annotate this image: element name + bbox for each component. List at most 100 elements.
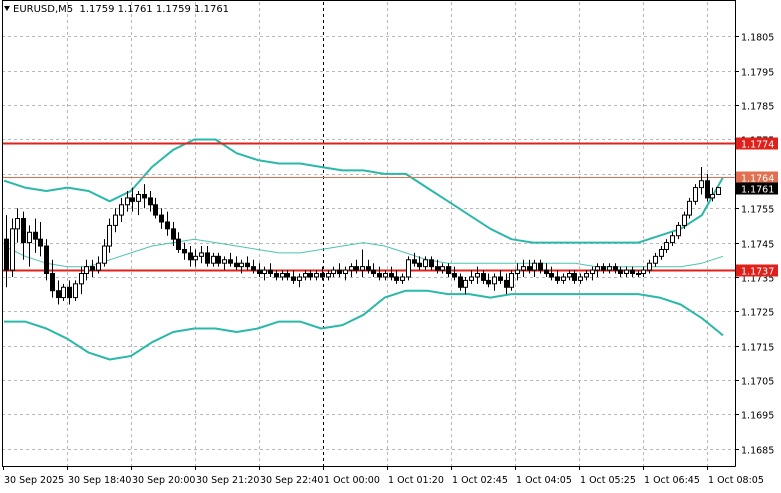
candle-body [469,276,474,281]
bollinger-lower [4,289,724,361]
candle-body [567,273,572,278]
candle-body [366,266,371,271]
x-tick-label: 30 Sep 2025 [4,475,64,486]
candle-body [618,269,623,275]
candle-body [572,273,577,281]
chart-container[interactable]: 1.18051.17951.17851.17751.17651.17551.17… [0,0,781,489]
candle-body [239,262,244,268]
y-tick-label: 1.1795 [741,68,774,79]
candle-body [664,242,669,250]
candle-body [613,266,618,271]
candle-body [136,193,141,202]
candle-body [630,269,635,275]
y-tick-label: 1.1785 [741,102,774,113]
candle-body [234,262,239,268]
candle-body [607,266,612,271]
candle-body [561,276,566,281]
candle-body [96,262,101,271]
candle-body [435,266,440,271]
candle-body [590,269,595,275]
candle-body [538,262,543,271]
price-chart[interactable]: 1.18051.17951.17851.17751.17651.17551.17… [0,0,781,489]
candle-body [406,259,411,278]
candle-body [268,269,273,275]
x-tick-label: 30 Sep 22:40 [260,475,323,486]
candle-body [699,180,704,189]
candle-body [360,266,365,271]
candle-body [354,266,359,271]
candle-body [165,221,170,230]
candle-body [394,276,399,281]
candle-body [56,290,61,299]
candle-body [331,269,336,275]
candle-body [153,204,158,216]
candle-body [176,238,181,250]
x-tick-label: 1 Oct 05:25 [580,475,636,486]
candle-body [27,231,32,244]
candle-body [280,273,285,278]
candle-body [159,214,164,223]
candle-body [624,269,629,275]
candle-body [257,269,262,275]
candle-body [343,269,348,275]
candle-body [682,214,687,226]
candle-body [67,286,72,299]
candle-body [171,228,176,240]
x-tick-label: 30 Sep 20:00 [132,475,195,486]
candle-body [308,273,313,278]
candle-body [710,193,715,199]
x-tick-label: 1 Oct 08:05 [708,475,764,486]
candle-body [337,269,342,275]
candle-body [584,273,589,278]
candle-body [211,255,216,264]
candle-body [676,224,681,237]
candle-body [148,197,153,206]
candle-body [377,273,382,278]
candle-body [429,259,434,268]
candle-body [222,259,227,264]
candle-body [73,283,78,299]
candle-body [326,273,331,278]
candle-body [555,276,560,281]
candle-body [15,218,20,230]
candle-body [205,252,210,264]
candle-body [228,259,233,264]
candle-body [532,262,537,271]
candle-body [440,266,445,271]
candle-body [61,286,66,299]
candle-body [498,276,503,281]
candle-body [527,266,532,271]
y-tick-label: 1.1725 [741,308,774,319]
dropdown-triangle-icon[interactable] [4,6,10,11]
candle-body [515,269,520,275]
candle-body [113,214,118,226]
level-label: 1.1774 [741,140,774,151]
candle-body [216,255,221,264]
candle-body [314,273,319,278]
candle-body [417,262,422,268]
candle-body [687,200,692,216]
candle-body [125,197,130,206]
candle-body [492,276,497,285]
horizontal-levels [2,142,735,272]
x-tick-label: 1 Oct 04:05 [516,475,572,486]
candle-body [285,273,290,278]
candle-body [458,276,463,288]
y-tick-label: 1.1745 [741,240,774,251]
candle-body [475,273,480,278]
candle-body [349,266,354,271]
current-price-label: 1.1761 [741,185,774,196]
candle-body [44,245,49,275]
candle-body [446,266,451,275]
low-value: 1.1759 [155,4,191,15]
candle-body [383,273,388,278]
y-tick-label: 1.1755 [741,205,774,216]
x-tick-label: 30 Sep 21:20 [196,475,259,486]
candle-body [262,269,267,275]
candle-body [647,262,652,271]
candle-body [107,224,112,247]
high-value: 1.1761 [117,4,153,15]
candle-body [50,273,55,292]
candle-body [182,248,187,254]
candle-body [188,252,193,261]
